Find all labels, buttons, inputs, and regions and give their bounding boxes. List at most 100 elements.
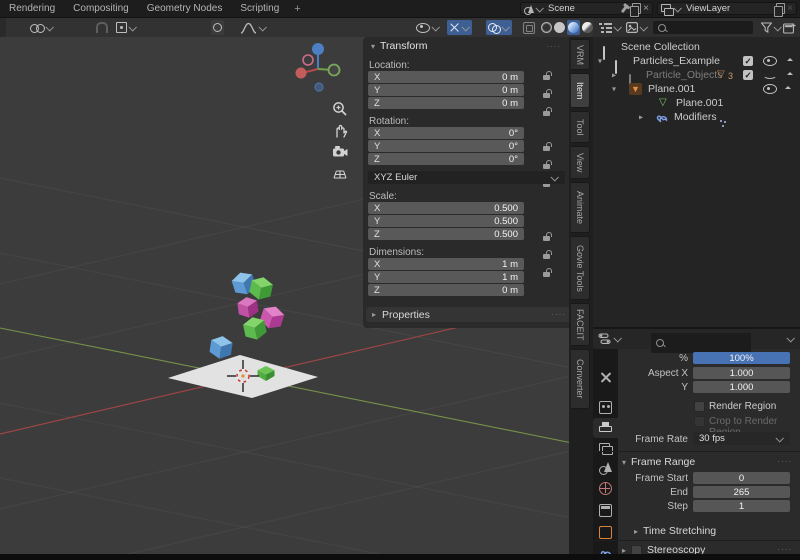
scene-selector[interactable]: Scene × xyxy=(520,2,653,15)
properties-subpanel-header[interactable]: ▸ Properties ···· xyxy=(366,307,572,322)
camera-view-button[interactable] xyxy=(328,141,352,161)
unlink-scene-icon[interactable]: × xyxy=(643,4,649,14)
sidebar-tab-view[interactable]: View xyxy=(571,146,590,179)
frame-range-panel-header[interactable]: ▾ Frame Range xyxy=(622,456,695,468)
overlays-toggle[interactable] xyxy=(486,20,512,35)
properties-tab-render[interactable] xyxy=(593,397,618,417)
navigation-gizmo[interactable] xyxy=(292,42,344,94)
new-view-layer-icon[interactable] xyxy=(776,3,785,14)
shading-wireframe-button[interactable] xyxy=(541,18,552,37)
shading-rendered-button[interactable] xyxy=(582,18,593,37)
sidebar-tab-animate[interactable]: Animate xyxy=(571,182,590,233)
chevron-down-icon[interactable] xyxy=(673,4,681,12)
new-collection-button[interactable] xyxy=(783,18,796,37)
disclosure-triangle-icon[interactable]: ▾ xyxy=(598,57,602,66)
scale-z-field[interactable]: Z0.500 xyxy=(368,228,524,240)
dimensions-z-field[interactable]: Z0 m xyxy=(368,284,524,296)
frame-start-field[interactable]: 0 xyxy=(693,472,790,484)
aspect-x-field[interactable]: 1.000 xyxy=(693,367,790,379)
properties-tab-object[interactable] xyxy=(593,522,618,542)
shading-solid-button[interactable] xyxy=(554,18,565,37)
aspect-y-field[interactable]: 1.000 xyxy=(693,381,790,393)
outliner-row-plane-object[interactable]: ▾ ▼ Plane.001 xyxy=(593,82,800,96)
chevron-down-icon[interactable] xyxy=(535,4,543,12)
eye-icon[interactable] xyxy=(763,84,777,94)
outliner-row-plane-meshdata[interactable]: ▽ Plane.001 xyxy=(593,96,800,110)
pan-button[interactable] xyxy=(328,120,352,140)
eye-icon[interactable] xyxy=(763,56,777,66)
lock-icon[interactable] xyxy=(543,272,550,277)
properties-tab-output[interactable] xyxy=(593,418,618,438)
step-field[interactable]: 1 xyxy=(693,500,790,512)
sidebar-tab-vrm[interactable]: VRM xyxy=(571,39,590,70)
gizmo-neg-z-axis[interactable] xyxy=(315,83,323,91)
exclude-checkbox[interactable]: ✓ xyxy=(743,70,753,80)
eye-closed-icon[interactable] xyxy=(763,71,777,79)
shading-material-button[interactable] xyxy=(567,20,580,35)
sidebar-tab-converter[interactable]: Converter xyxy=(571,349,590,409)
workspace-tab-rendering[interactable]: Rendering xyxy=(0,0,64,18)
outliner-item-label[interactable]: Scene Collection xyxy=(621,41,700,53)
panel-drag-dots[interactable]: ···· xyxy=(777,457,792,466)
exclude-checkbox[interactable]: ✓ xyxy=(743,56,753,66)
disclosure-triangle-icon[interactable]: ▸ xyxy=(612,71,616,80)
scale-x-field[interactable]: X0.500 xyxy=(368,202,524,214)
panel-drag-dots[interactable]: ···· xyxy=(546,42,561,51)
outliner-item-label[interactable]: Plane.001 xyxy=(676,97,723,109)
lock-icon[interactable] xyxy=(543,164,550,169)
gizmo-x-axis[interactable] xyxy=(296,68,307,79)
outliner-filter-type-button[interactable] xyxy=(626,18,648,37)
gizmo-neg-x-axis[interactable] xyxy=(303,55,313,65)
lock-icon[interactable] xyxy=(543,111,550,116)
panel-drag-dots[interactable]: ···· xyxy=(551,310,566,319)
outliner-item-label[interactable]: Modifiers xyxy=(674,111,717,123)
frame-rate-dropdown[interactable]: 30 fps xyxy=(693,432,790,445)
lock-icon[interactable] xyxy=(543,75,550,80)
scale-y-field[interactable]: Y0.500 xyxy=(368,215,524,227)
gizmos-toggle[interactable] xyxy=(447,20,472,35)
transform-panel-header[interactable]: ▾ Transform xyxy=(371,40,427,52)
viewport[interactable]: ▾ Transform ···· Location: X0 m Y0 m Z0 … xyxy=(0,37,593,560)
outliner-row-scene-collection[interactable]: Scene Collection xyxy=(593,40,800,54)
gizmo-z-axis[interactable] xyxy=(312,43,324,55)
outliner-item-label[interactable]: Plane.001 xyxy=(648,83,695,95)
lock-icon[interactable] xyxy=(543,254,550,259)
time-stretching-panel-header[interactable]: ▸ Time Stretching xyxy=(634,525,716,537)
lock-icon[interactable] xyxy=(543,146,550,151)
rotation-y-field[interactable]: Y0° xyxy=(368,140,524,152)
dimensions-y-field[interactable]: Y1 m xyxy=(368,271,524,283)
sidebar-tab-item[interactable]: Item xyxy=(571,73,590,108)
rotation-mode-dropdown[interactable]: XYZ Euler xyxy=(368,171,565,184)
outliner-item-label[interactable]: Particle_Objects xyxy=(646,69,722,81)
sidebar-tab-govie-tools[interactable]: Govie Tools xyxy=(571,236,590,300)
rotation-x-field[interactable]: X0° xyxy=(368,127,524,139)
xray-toggle[interactable] xyxy=(521,20,537,35)
panel-drag-dots[interactable]: ···· xyxy=(777,545,792,554)
lock-icon[interactable] xyxy=(543,93,550,98)
panel-collapse-icon[interactable]: ▾ xyxy=(622,458,626,467)
rotation-z-field[interactable]: Z0° xyxy=(368,153,524,165)
particle-cube[interactable] xyxy=(209,335,234,361)
properties-editor-type-button[interactable] xyxy=(598,329,622,349)
snap-target-button[interactable] xyxy=(114,20,139,35)
view-layer-name[interactable]: ViewLayer xyxy=(686,3,770,14)
disclosure-triangle-icon[interactable]: ▾ xyxy=(612,85,616,94)
panel-expand-icon[interactable]: ▸ xyxy=(372,310,376,319)
view-layer-selector[interactable]: ViewLayer × xyxy=(657,2,797,15)
outliner-row-particle-objects[interactable]: ▸ Particle_Objects ▽ 3 ✓ xyxy=(593,68,800,82)
scene-name[interactable]: Scene xyxy=(548,3,615,14)
outliner-filter-button[interactable] xyxy=(761,18,782,37)
properties-tab-tool[interactable] xyxy=(593,367,618,387)
workspace-tab-geometry-nodes[interactable]: Geometry Nodes xyxy=(138,0,232,18)
location-x-field[interactable]: X0 m xyxy=(368,71,524,83)
location-z-field[interactable]: Z0 m xyxy=(368,97,524,109)
properties-options-button[interactable] xyxy=(785,329,795,349)
outliner-row-particles-example[interactable]: ▾ Particles_Example ✓ xyxy=(593,54,800,68)
snap-magnet-toggle[interactable] xyxy=(96,18,108,37)
gizmo-y-axis[interactable] xyxy=(329,65,340,76)
workspace-tab-scripting[interactable]: Scripting xyxy=(231,0,288,18)
panel-collapse-icon[interactable]: ▾ xyxy=(371,42,375,51)
sidebar-tab-faceit[interactable]: FACEIT xyxy=(571,303,590,346)
sidebar-tab-tool[interactable]: Tool xyxy=(571,111,590,143)
resolution-percent-slider[interactable]: 100% xyxy=(693,352,790,364)
